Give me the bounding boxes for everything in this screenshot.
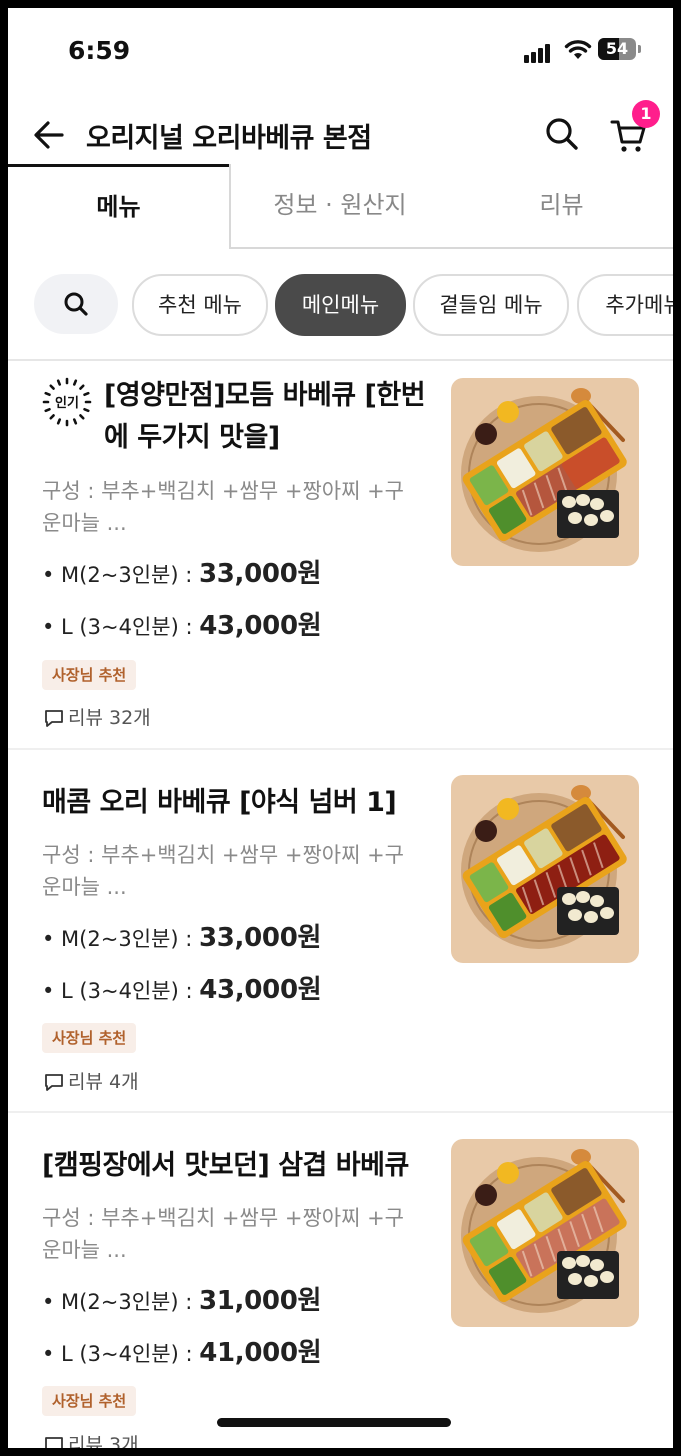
- item-description: 구성 : 부추+백김치 +쌈무 +짱아찌 +구운마늘 ...: [42, 843, 404, 899]
- app-screen: 6:59 54 오리지널 오리바베큐 본점 1 메뉴 정보 · 원산지 리뷰 추…: [8, 8, 673, 1448]
- battery-icon: 54: [598, 38, 636, 60]
- status-time: 6:59: [68, 36, 131, 65]
- price-large: • L (3~4인분) : 41,000원: [42, 1332, 322, 1369]
- item-thumbnail[interactable]: [451, 775, 639, 963]
- home-indicator[interactable]: [217, 1418, 451, 1427]
- chip-side-menu[interactable]: 곁들임 메뉴: [413, 274, 569, 336]
- tab-divider: [229, 164, 231, 249]
- item-description: 구성 : 부추+백김치 +쌈무 +짱아찌 +구운마늘 ...: [42, 1206, 404, 1262]
- price-medium-label: • M(2~3인분) :: [42, 1290, 199, 1314]
- price-large-value: 43,000원: [199, 611, 322, 641]
- category-chips: 추천 메뉴 메인메뉴 곁들임 메뉴 추가메뉴: [8, 272, 673, 336]
- review-count-label: 리뷰 3개: [68, 1434, 139, 1448]
- price-large-value: 41,000원: [199, 1338, 322, 1368]
- price-large: • L (3~4인분) : 43,000원: [42, 605, 322, 642]
- cart-count-badge: 1: [632, 100, 660, 128]
- price-medium: • M(2~3인분) : 33,000원: [42, 553, 321, 590]
- chip-search-button[interactable]: [34, 274, 118, 334]
- tab-info-origin[interactable]: 정보 · 원산지: [230, 164, 450, 246]
- tab-bar: 메뉴 정보 · 원산지 리뷰: [8, 164, 673, 248]
- item-name: [영양만점]모듬 바베큐 [한번에 두가지 맛을]: [104, 380, 426, 453]
- item-thumbnail[interactable]: [451, 378, 639, 566]
- chip-main-menu[interactable]: 메인메뉴: [275, 274, 406, 336]
- owner-recommend-tag: 사장님 추천: [42, 1023, 137, 1053]
- item-thumbnail[interactable]: [451, 1139, 639, 1327]
- price-medium: • M(2~3인분) : 31,000원: [42, 1280, 321, 1317]
- item-name: [캠핑장에서 맛보던] 삼겹 바베큐: [42, 1150, 409, 1181]
- review-count-label: 리뷰 4개: [68, 1071, 139, 1093]
- store-title: 오리지널 오리바베큐 본점: [86, 123, 372, 154]
- food-image: [451, 378, 639, 566]
- popular-badge-icon: 인기: [42, 377, 92, 427]
- status-bar: 6:59 54: [8, 8, 673, 92]
- price-medium-value: 33,000원: [198, 559, 322, 589]
- price-large: • L (3~4인분) : 43,000원: [42, 969, 322, 1006]
- menu-item[interactable]: 매콤 오리 바베큐 [야식 넘버 1] 구성 : 부추+백김치 +쌈무 +짱아찌…: [8, 750, 673, 1112]
- item-description: 구성 : 부추+백김치 +쌈무 +짱아찌 +구운마늘 ...: [42, 479, 404, 535]
- price-large-value: 43,000원: [199, 975, 322, 1005]
- tab-reviews[interactable]: 리뷰: [450, 164, 673, 246]
- review-count[interactable]: 리뷰 4개: [44, 1067, 139, 1094]
- menu-item[interactable]: 인기 [영양만점]모듬 바베큐 [한번에 두가지 맛을] 구성 : 부추+백김치…: [8, 361, 673, 749]
- review-count[interactable]: 리뷰 3개: [44, 1430, 139, 1448]
- price-large-label: • L (3~4인분) :: [42, 979, 200, 1003]
- battery-cap: [638, 45, 641, 53]
- search-icon[interactable]: [544, 116, 580, 152]
- signal-icon: [524, 44, 552, 63]
- back-arrow-icon[interactable]: [32, 118, 66, 152]
- owner-recommend-tag: 사장님 추천: [42, 1386, 137, 1416]
- price-medium-label: • M(2~3인분) :: [42, 927, 199, 951]
- comment-icon: [45, 1437, 63, 1448]
- store-header: 오리지널 오리바베큐 본점: [8, 98, 673, 168]
- price-medium-value: 31,000원: [198, 1286, 322, 1316]
- menu-item[interactable]: [캠핑장에서 맛보던] 삼겹 바베큐 구성 : 부추+백김치 +쌈무 +짱아찌 …: [8, 1113, 673, 1448]
- chip-extra-menu[interactable]: 추가메뉴: [577, 274, 673, 336]
- item-name: 매콤 오리 바베큐 [야식 넘버 1]: [42, 787, 397, 818]
- comment-icon: [45, 1074, 63, 1091]
- food-image: [451, 1139, 639, 1327]
- price-large-label: • L (3~4인분) :: [42, 1342, 200, 1366]
- price-medium-label: • M(2~3인분) :: [42, 563, 199, 587]
- price-large-label: • L (3~4인분) :: [42, 615, 200, 639]
- review-count-label: 리뷰 32개: [68, 707, 151, 729]
- owner-recommend-tag: 사장님 추천: [42, 660, 137, 690]
- food-image: [451, 775, 639, 963]
- price-medium-value: 33,000원: [198, 923, 322, 953]
- popular-badge-label: 인기: [55, 395, 79, 411]
- tab-underline: [230, 247, 673, 249]
- price-medium: • M(2~3인분) : 33,000원: [42, 917, 321, 954]
- wifi-icon: [564, 40, 592, 59]
- tab-menu[interactable]: 메뉴: [8, 164, 229, 247]
- comment-icon: [45, 710, 63, 727]
- review-count[interactable]: 리뷰 32개: [44, 703, 151, 730]
- battery-level: 54: [605, 39, 629, 58]
- search-icon: [64, 292, 88, 316]
- chip-recommended[interactable]: 추천 메뉴: [132, 274, 268, 336]
